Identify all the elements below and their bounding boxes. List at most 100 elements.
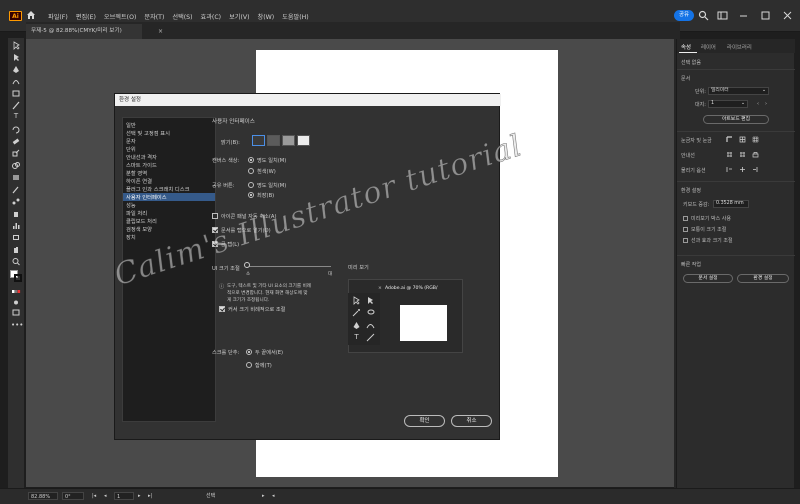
canvas-white-radio[interactable] xyxy=(248,168,254,174)
nav-item-black-appearance[interactable]: 검정색 모양 xyxy=(126,225,152,233)
large-tabs-checkbox[interactable] xyxy=(212,241,218,247)
hand-tool-icon[interactable] xyxy=(11,245,21,254)
scale-cursor-checkbox[interactable] xyxy=(219,306,225,312)
snap-to-point-icon[interactable] xyxy=(726,166,733,173)
menu-type[interactable]: 문자(T) xyxy=(144,12,164,21)
paintbrush-tool-icon[interactable] xyxy=(11,101,21,110)
scroll-together-radio[interactable] xyxy=(246,362,252,368)
scale-corners-checkbox[interactable] xyxy=(683,227,688,232)
brightness-swatch-medium-light[interactable] xyxy=(282,135,295,146)
first-artboard-icon[interactable]: |◂ xyxy=(92,492,96,500)
type-tool-icon[interactable]: T xyxy=(11,112,21,121)
pixel-grid-icon[interactable] xyxy=(752,136,759,143)
zoom-tool-icon[interactable] xyxy=(11,257,21,266)
rotate-tool-icon[interactable] xyxy=(11,125,21,134)
edit-artboard-button[interactable]: 아트보드 편집 xyxy=(703,115,769,124)
artboard-tool-icon[interactable] xyxy=(11,233,21,242)
symbol-sprayer-tool-icon[interactable] xyxy=(11,209,21,218)
blend-tool-icon[interactable] xyxy=(11,197,21,206)
nav-item-guides-grid[interactable]: 안내선과 격자 xyxy=(126,153,157,161)
document-setup-button[interactable]: 문서 설정 xyxy=(683,274,733,283)
share-button[interactable]: 공유 xyxy=(674,10,694,21)
nav-item-slices[interactable]: 분할 영역 xyxy=(126,169,147,177)
home-icon[interactable] xyxy=(26,10,36,20)
curvature-tool-icon[interactable] xyxy=(11,77,21,86)
shape-builder-tool-icon[interactable] xyxy=(11,161,21,170)
lock-guides-icon[interactable] xyxy=(752,151,759,158)
open-tabs-checkbox[interactable] xyxy=(212,227,218,233)
cancel-button[interactable]: 취소 xyxy=(451,415,492,427)
nav-item-type[interactable]: 문자 xyxy=(126,137,136,145)
prev-artboard-icon[interactable]: ‹ xyxy=(757,101,759,107)
color-mode-icon[interactable] xyxy=(11,287,21,296)
direct-selection-tool-icon[interactable] xyxy=(11,53,21,62)
nav-item-file-handling[interactable]: 파일 처리 xyxy=(126,209,147,217)
keyboard-increment-input[interactable]: 0.3528 mm xyxy=(713,200,749,208)
document-tab-close-icon[interactable]: × xyxy=(158,28,163,35)
ok-button[interactable]: 확인 xyxy=(404,415,445,427)
menu-view[interactable]: 보기(V) xyxy=(229,12,249,21)
screen-mode-icon[interactable] xyxy=(11,308,21,317)
maximize-icon[interactable] xyxy=(760,10,771,21)
menu-edit[interactable]: 편집(E) xyxy=(76,12,96,21)
smart-guides-icon[interactable] xyxy=(739,151,746,158)
nav-item-clipboard[interactable]: 클립보드 처리 xyxy=(126,217,157,225)
canvas-match-radio[interactable] xyxy=(248,157,254,163)
nav-item-user-interface[interactable]: 사용자 인터페이스 xyxy=(123,193,215,201)
units-select[interactable]: 밀리미터 ⌄ xyxy=(708,87,769,95)
ui-scale-slider[interactable] xyxy=(247,266,331,267)
tab-layers[interactable]: 레이어 xyxy=(701,43,716,51)
search-icon[interactable] xyxy=(698,10,709,21)
rotation-value[interactable]: 0° xyxy=(62,492,84,500)
eraser-tool-icon[interactable] xyxy=(11,137,21,146)
pen-tool-icon[interactable] xyxy=(11,65,21,74)
brightness-swatch-medium-dark[interactable] xyxy=(267,135,280,146)
stroke-swatch[interactable] xyxy=(14,274,22,282)
preview-bounds-checkbox[interactable] xyxy=(683,216,688,221)
auto-collapse-checkbox[interactable] xyxy=(212,213,218,219)
nav-item-performance[interactable]: 성능 xyxy=(126,201,136,209)
menu-select[interactable]: 선택(S) xyxy=(172,12,192,21)
scroll-both-ends-radio[interactable] xyxy=(246,349,252,355)
nav-item-hyphenation[interactable]: 하이픈 연결 xyxy=(126,177,152,185)
preferences-button[interactable]: 환경 설정 xyxy=(737,274,789,283)
ui-scale-slider-handle[interactable] xyxy=(244,262,250,268)
nav-item-selection-anchor[interactable]: 선택 및 고정점 표시 xyxy=(126,129,170,137)
tab-properties[interactable]: 속성 xyxy=(681,43,691,51)
share-match-radio[interactable] xyxy=(248,182,254,188)
next-artboard-icon[interactable]: › xyxy=(765,101,767,107)
nav-item-devices[interactable]: 장치 xyxy=(126,233,136,241)
nav-item-plugins[interactable]: 플러그 인과 스크래치 디스크 xyxy=(126,185,190,193)
edit-toolbar-icon[interactable]: ••• xyxy=(11,321,23,330)
artboard-select[interactable]: 1 ⌄ xyxy=(708,100,748,108)
draw-mode-icon[interactable] xyxy=(11,298,21,307)
nav-item-units[interactable]: 단위 xyxy=(126,145,136,153)
brightness-swatch-light[interactable] xyxy=(297,135,310,146)
minimize-icon[interactable] xyxy=(738,10,749,21)
next-artboard-icon[interactable]: ▸ xyxy=(138,492,141,500)
menu-window[interactable]: 창(W) xyxy=(258,12,275,21)
share-max-radio[interactable] xyxy=(248,192,254,198)
tab-libraries[interactable]: 라이브러리 xyxy=(727,43,752,51)
zoom-level[interactable]: 82.88% xyxy=(28,492,58,500)
nav-item-smart-guides[interactable]: 스마트 가이드 xyxy=(126,161,157,169)
menu-help[interactable]: 도움말(H) xyxy=(282,12,309,21)
scale-strokes-checkbox[interactable] xyxy=(683,238,688,243)
last-artboard-icon[interactable]: ▸| xyxy=(148,492,152,500)
status-mode[interactable]: 선택 xyxy=(206,492,215,500)
menu-object[interactable]: 오브젝트(O) xyxy=(104,12,136,21)
selection-tool-icon[interactable] xyxy=(11,41,21,50)
artboard-number[interactable]: 1 xyxy=(114,492,134,500)
menu-effect[interactable]: 효과(C) xyxy=(201,12,222,21)
prev-artboard-icon[interactable]: ◂ xyxy=(104,492,107,500)
workspace-switcher-icon[interactable] xyxy=(717,10,728,21)
graph-tool-icon[interactable] xyxy=(11,221,21,230)
snap-to-pixel-icon[interactable] xyxy=(752,166,759,173)
gradient-tool-icon[interactable] xyxy=(11,173,21,182)
eyedropper-tool-icon[interactable] xyxy=(11,185,21,194)
menu-file[interactable]: 파일(F) xyxy=(48,12,68,21)
rectangle-tool-icon[interactable] xyxy=(11,89,21,98)
fill-stroke-swatch[interactable] xyxy=(10,270,22,282)
show-guides-icon[interactable] xyxy=(726,151,733,158)
rulers-icon[interactable] xyxy=(726,136,733,143)
